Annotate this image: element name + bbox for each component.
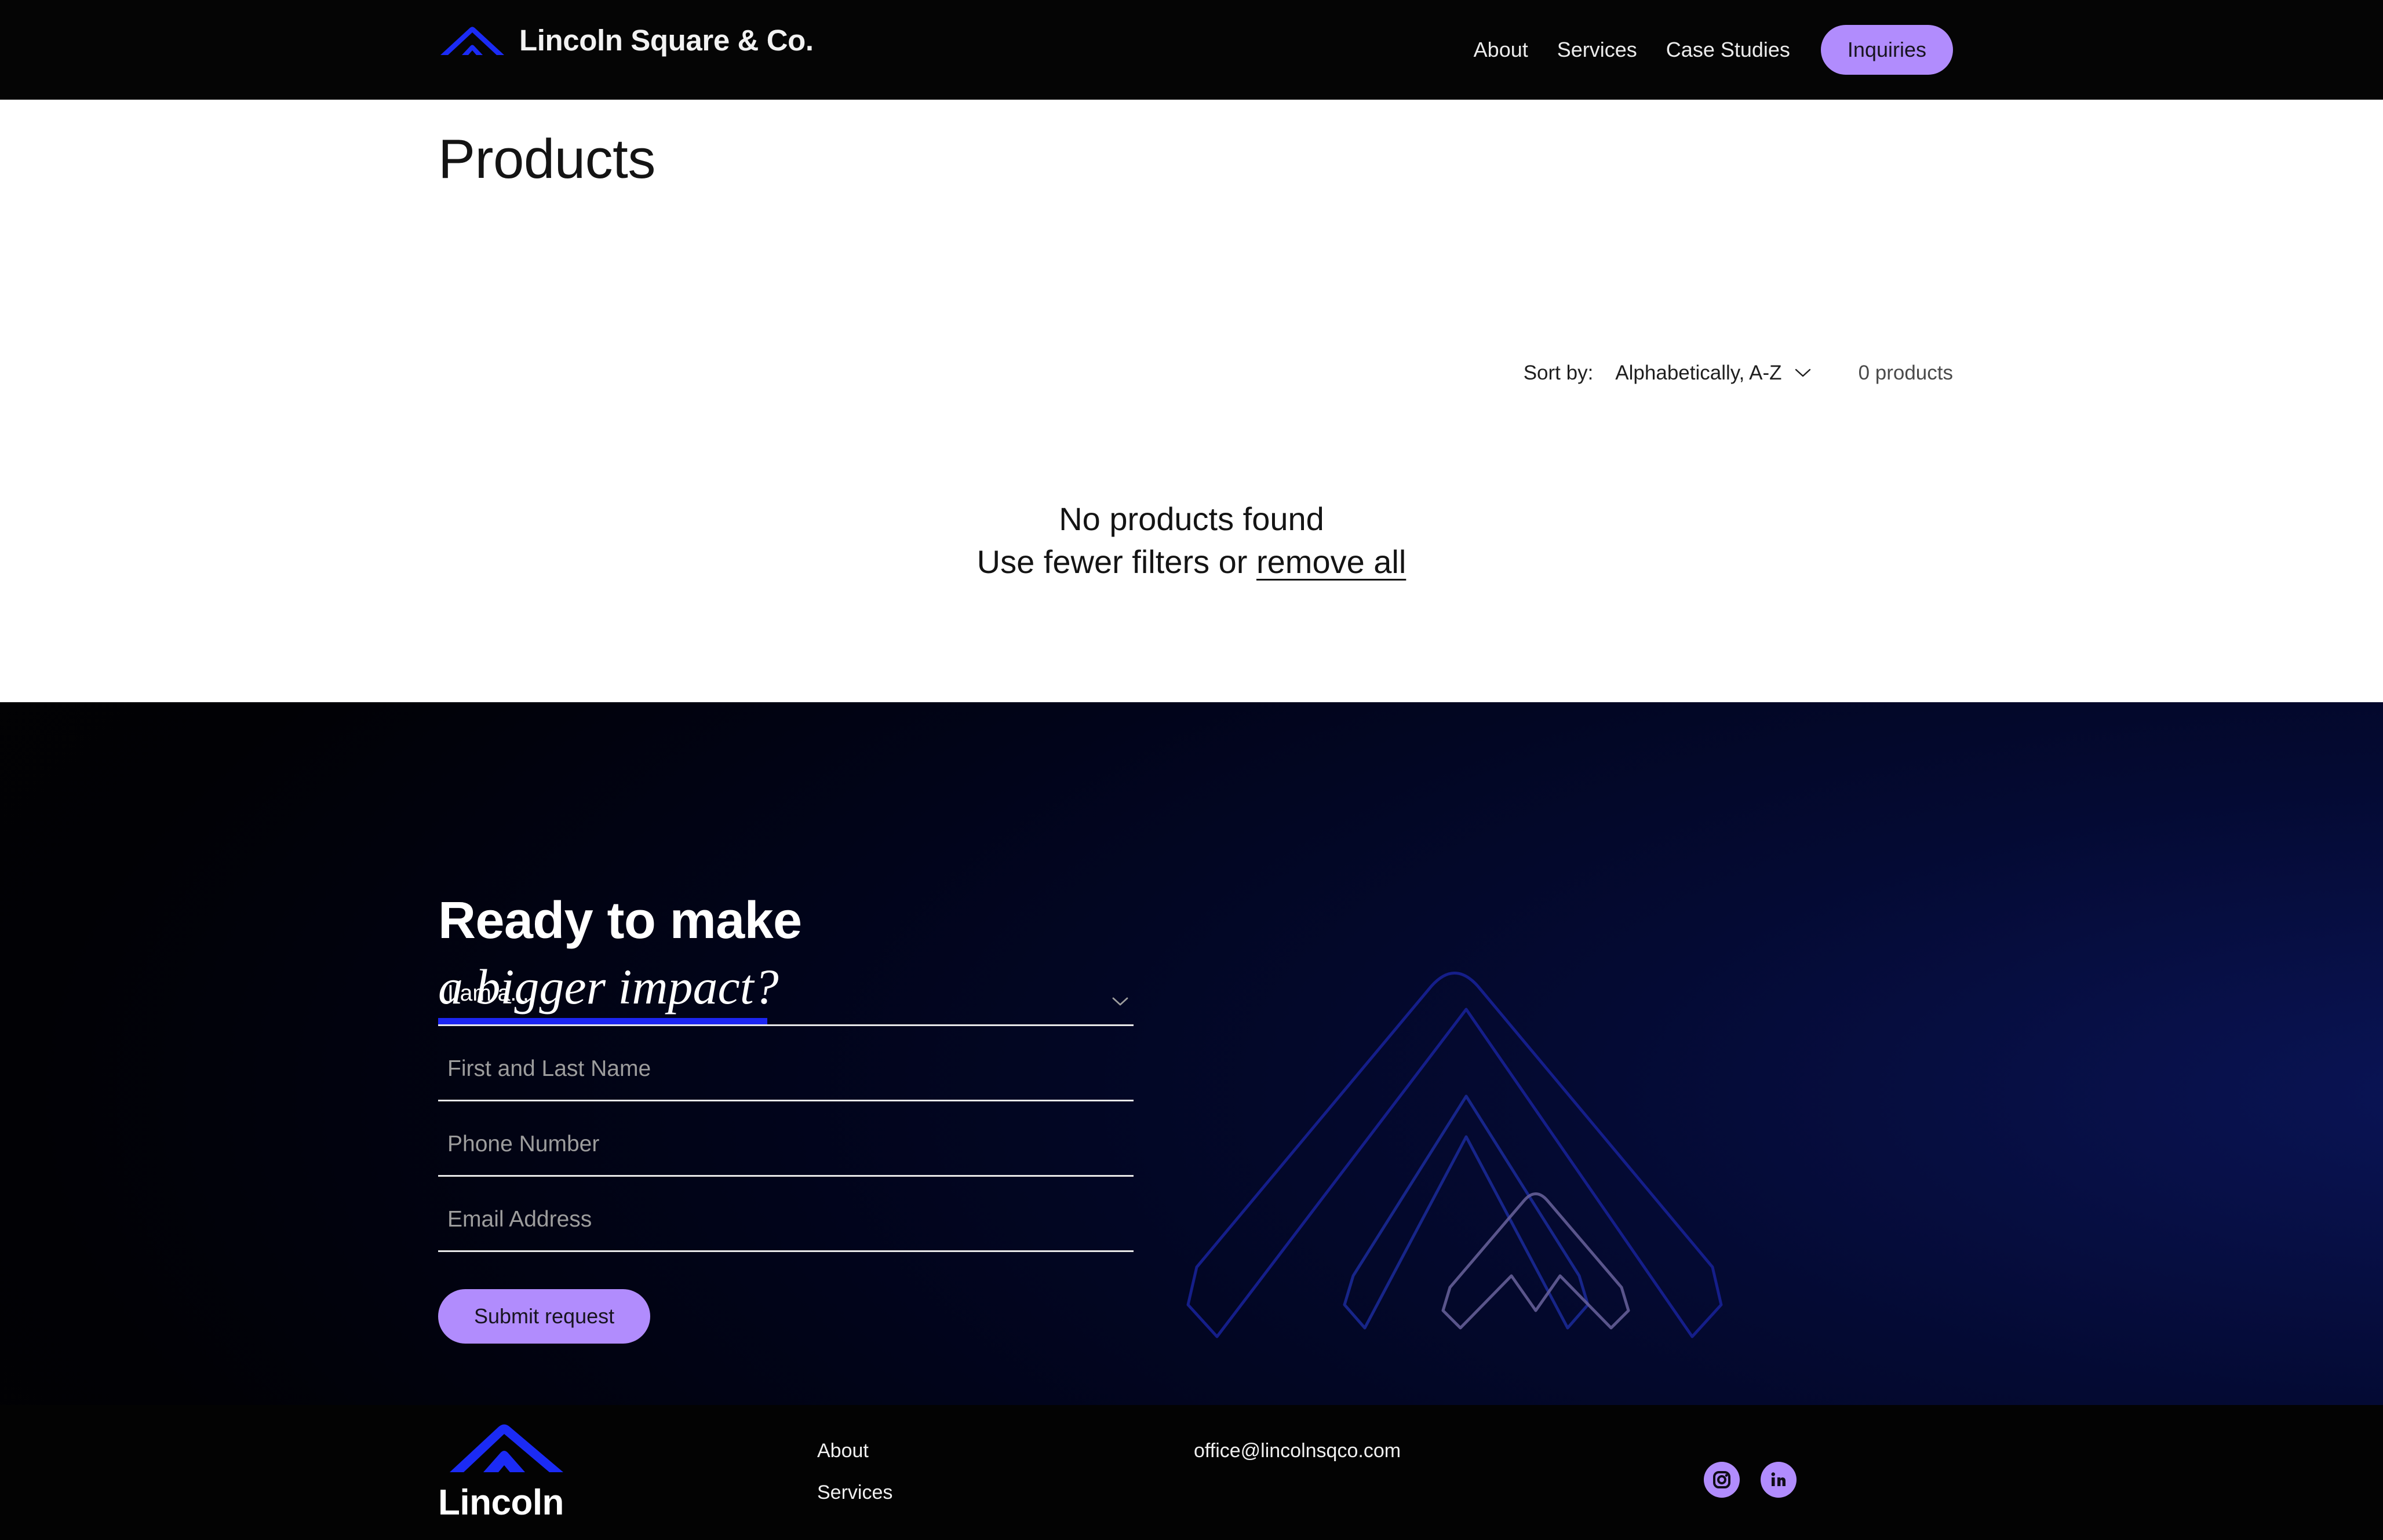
footer-email-link[interactable]: office@lincolnsqco.com (1194, 1440, 1401, 1462)
role-select-field[interactable]: I am a... (438, 970, 1134, 1026)
footer-gradient-background (0, 702, 2383, 1405)
brand-name: Lincoln Square & Co. (519, 23, 814, 57)
nav-item-services[interactable]: Services (1543, 38, 1652, 62)
footer-link-about[interactable]: About (817, 1440, 892, 1462)
name-field[interactable] (438, 1046, 1134, 1101)
inquiries-button[interactable]: Inquiries (1820, 25, 1953, 75)
collection-toolbar: Sort by: Alphabetically, A-Z 0 products (1524, 362, 1953, 385)
footer-nav: About Services (817, 1440, 892, 1504)
instagram-link[interactable] (1704, 1462, 1740, 1498)
main-content: Products Sort by: Alphabetically, A-Z 0 … (0, 100, 2383, 702)
page-title: Products (438, 128, 655, 190)
product-count: 0 products (1858, 362, 1953, 384)
name-input[interactable] (438, 1056, 1134, 1090)
phone-input[interactable] (438, 1131, 1134, 1165)
chevron-logo-icon (440, 27, 504, 55)
phone-field[interactable] (438, 1121, 1134, 1177)
chevron-down-icon (1112, 997, 1128, 1006)
chevron-down-icon (1795, 368, 1810, 377)
remove-all-filters-link[interactable]: remove all (1256, 543, 1406, 580)
footer-logo-word: Lincoln (438, 1483, 564, 1523)
chevron-logo-icon (450, 1424, 563, 1472)
footer-cta-line-1: Ready to make (438, 892, 802, 950)
linkedin-link[interactable] (1761, 1462, 1797, 1498)
sort-by-value: Alphabetically, A-Z (1615, 362, 1782, 384)
inquiry-form: I am a... (438, 970, 1134, 1272)
footer-logo[interactable]: Lincoln (438, 1417, 584, 1521)
empty-state-subtitle: Use fewer filters or remove all (0, 542, 2383, 582)
page-root: Lincoln Square & Co. About Services Case… (0, 0, 2383, 1540)
email-field[interactable] (438, 1196, 1134, 1252)
brand-logo-link[interactable]: Lincoln Square & Co. (438, 22, 814, 58)
sort-by-label: Sort by: (1523, 362, 1594, 384)
submit-request-button[interactable]: Submit request (438, 1289, 651, 1344)
nav-item-case-studies[interactable]: Case Studies (1652, 38, 1805, 62)
linkedin-icon (1771, 1472, 1786, 1486)
instagram-icon (1713, 1471, 1730, 1488)
email-input[interactable] (438, 1206, 1134, 1240)
footer-social-links (1704, 1462, 1797, 1498)
sort-by-select[interactable]: Alphabetically, A-Z (1615, 362, 1810, 385)
primary-nav: About Services Case Studies Inquiries (1459, 0, 1953, 100)
footer-bottom-bar: Lincoln About Services office@lincolnsqc… (0, 1405, 2383, 1540)
role-select-value[interactable]: I am a... (438, 981, 1134, 1014)
site-header: Lincoln Square & Co. About Services Case… (0, 0, 2383, 100)
nav-item-about[interactable]: About (1459, 38, 1543, 62)
empty-state: No products found Use fewer filters or r… (0, 499, 2383, 582)
empty-state-prefix: Use fewer filters or (976, 543, 1256, 581)
empty-state-title: No products found (1059, 501, 1324, 537)
footer-link-services[interactable]: Services (817, 1481, 892, 1504)
